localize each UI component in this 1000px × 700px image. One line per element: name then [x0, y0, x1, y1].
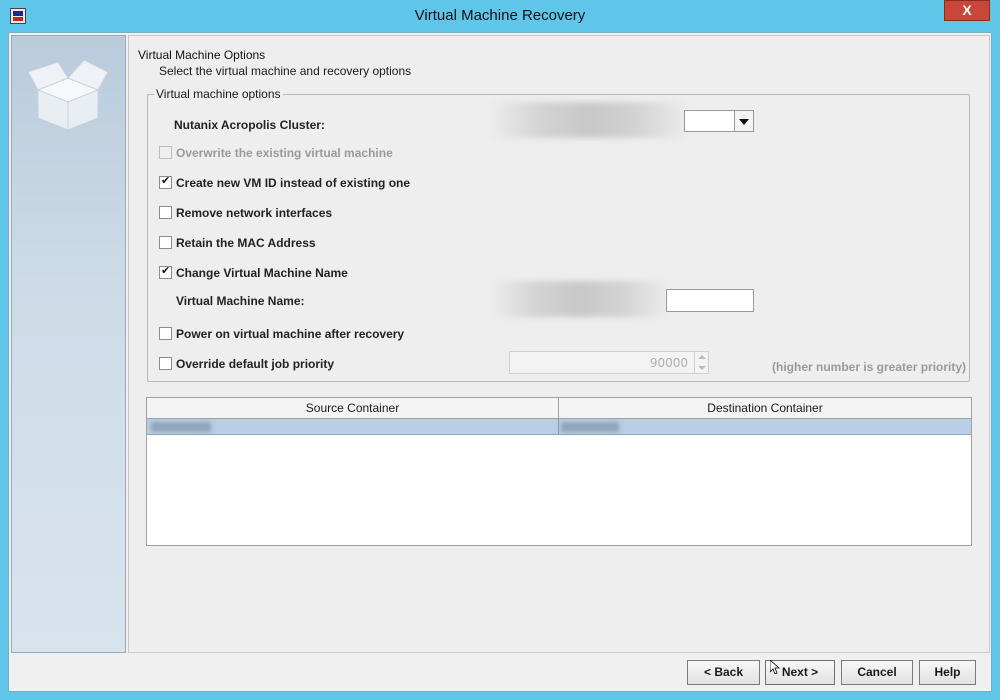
overwrite-checkbox[interactable] [159, 146, 172, 159]
chevron-down-icon[interactable] [734, 111, 753, 131]
column-divider [558, 419, 559, 435]
spin-down-icon[interactable] [694, 363, 708, 374]
override-priority-checkbox[interactable] [159, 357, 172, 370]
container-mapping-table: Source Container Destination Container [146, 397, 972, 546]
wizard-window: Virtual Machine Recovery X Virtual Machi… [0, 0, 1000, 700]
column-header-source[interactable]: Source Container [147, 398, 559, 419]
page-subheading: Select the virtual machine and recovery … [159, 64, 412, 78]
window-title: Virtual Machine Recovery [414, 7, 586, 24]
close-button[interactable]: X [944, 0, 990, 21]
change-name-label: Change Virtual Machine Name [176, 266, 348, 280]
destination-container-redacted [561, 422, 619, 432]
power-on-label: Power on virtual machine after recovery [176, 327, 405, 341]
new-vm-id-label: Create new VM ID instead of existing one [176, 176, 411, 190]
priority-spinner[interactable]: 90000 [509, 351, 709, 374]
retain-mac-label: Retain the MAC Address [176, 236, 316, 250]
main-panel: Virtual Machine Options Select the virtu… [128, 35, 990, 653]
overwrite-label: Overwrite the existing virtual machine [176, 146, 393, 160]
cluster-label: Nutanix Acropolis Cluster: [174, 118, 325, 132]
cluster-dropdown[interactable] [684, 110, 754, 132]
title-bar: Virtual Machine Recovery X [0, 0, 1000, 32]
new-vm-id-checkbox[interactable] [159, 174, 172, 189]
cluster-value-redacted [494, 102, 684, 138]
priority-value: 90000 [649, 356, 688, 370]
table-row[interactable] [147, 419, 971, 435]
remove-nics-checkbox[interactable] [159, 206, 172, 219]
spin-up-icon[interactable] [694, 352, 708, 363]
mouse-cursor-icon [770, 660, 780, 674]
help-button[interactable]: Help [919, 660, 976, 685]
back-button[interactable]: < Back [687, 660, 760, 685]
page-heading: Virtual Machine Options [138, 48, 266, 62]
open-box-icon [28, 59, 108, 130]
wizard-banner [11, 35, 126, 653]
dialog-client-area: Virtual Machine Options Select the virtu… [8, 32, 992, 692]
vm-options-legend: Virtual machine options [154, 87, 283, 101]
vm-name-label: Virtual Machine Name: [176, 294, 305, 308]
vm-name-input[interactable] [666, 289, 754, 312]
change-name-checkbox[interactable] [159, 264, 172, 279]
vm-name-redacted [494, 281, 666, 317]
override-priority-label: Override default job priority [176, 357, 335, 371]
column-header-destination[interactable]: Destination Container [559, 398, 971, 419]
source-container-redacted [151, 422, 211, 432]
retain-mac-checkbox[interactable] [159, 236, 172, 249]
cancel-button[interactable]: Cancel [841, 660, 913, 685]
remove-nics-label: Remove network interfaces [176, 206, 333, 220]
priority-hint: (higher number is greater priority) [772, 360, 967, 374]
power-on-checkbox[interactable] [159, 327, 172, 340]
vm-options-group: Virtual machine options Nutanix Acropoli… [147, 87, 970, 382]
